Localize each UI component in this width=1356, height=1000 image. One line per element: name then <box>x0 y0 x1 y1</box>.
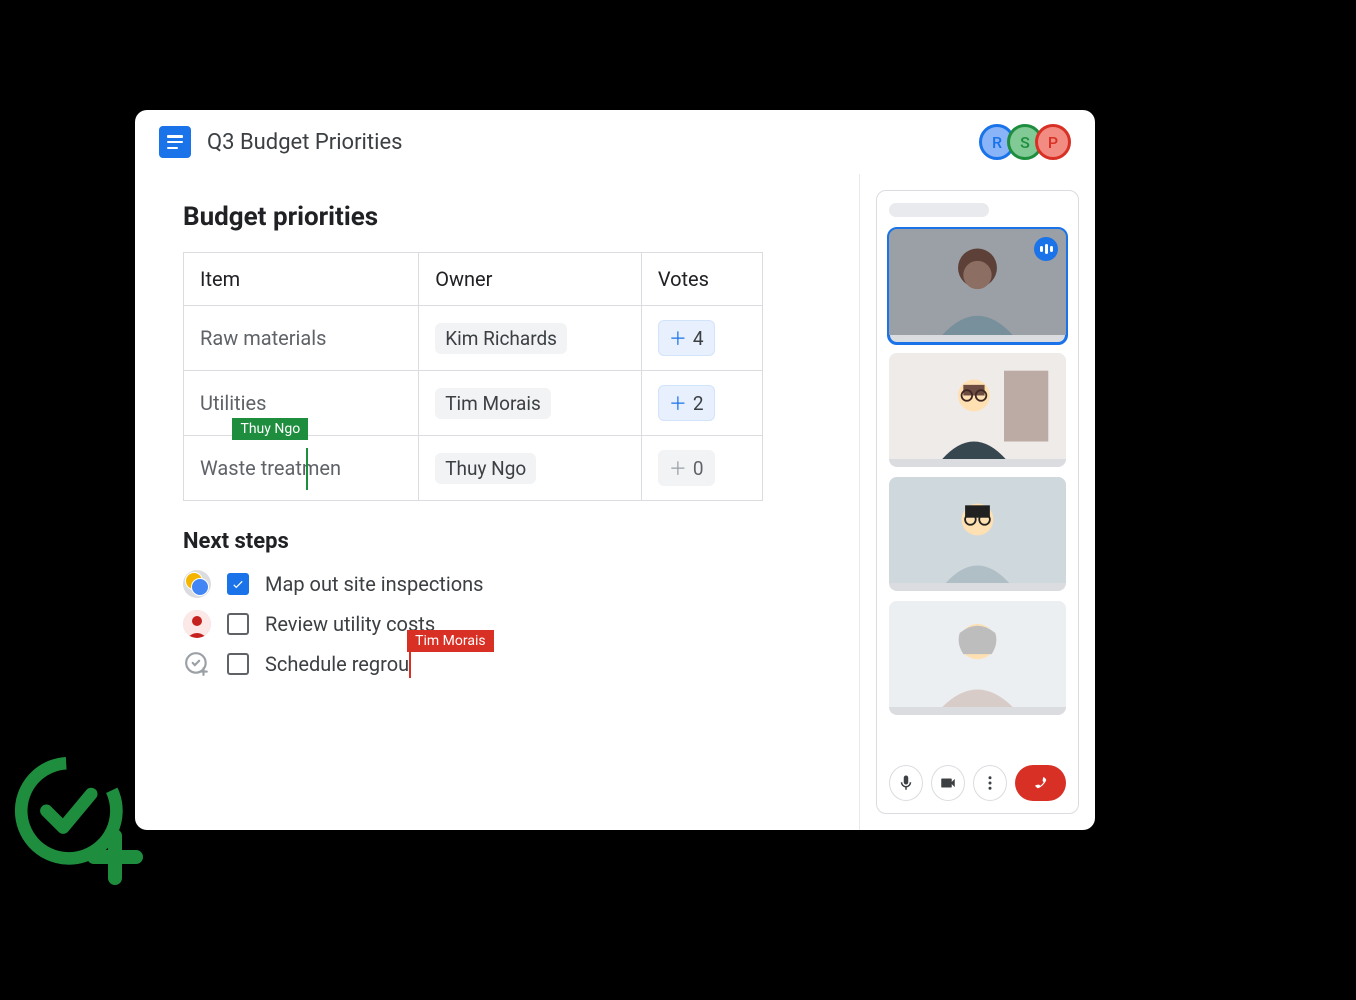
more-vertical-icon <box>981 774 999 792</box>
cell-item[interactable]: Waste treatmen Thuy Ngo <box>184 436 419 501</box>
table-row[interactable]: Waste treatmen Thuy Ngo Thuy Ngo ＋0 <box>184 436 763 501</box>
mic-icon <box>897 774 915 792</box>
table-row[interactable]: Raw materials Kim Richards ＋4 <box>184 306 763 371</box>
task-text[interactable]: Map out site inspections <box>265 572 483 596</box>
task-complete-badge-icon <box>10 752 150 892</box>
section-heading: Next steps <box>183 529 811 554</box>
cell-owner[interactable]: Tim Morais <box>419 371 642 436</box>
document-canvas[interactable]: Budget priorities Item Owner Votes Raw m… <box>135 174 859 830</box>
cell-votes[interactable]: ＋0 <box>641 436 762 501</box>
vote-chip[interactable]: ＋0 <box>658 450 715 486</box>
checkbox[interactable] <box>227 653 249 675</box>
task-row[interactable]: Schedule regrou Tim Morais <box>183 650 811 678</box>
cell-owner[interactable]: Thuy Ngo <box>419 436 642 501</box>
person-chip[interactable]: Tim Morais <box>435 388 551 419</box>
person-chip[interactable]: Kim Richards <box>435 323 567 354</box>
task-text[interactable]: Schedule regrou Tim Morais <box>265 652 409 676</box>
plus-icon: ＋ <box>669 455 687 481</box>
camera-button[interactable] <box>931 765 965 801</box>
collaborator-cursor-label: Tim Morais <box>407 630 493 652</box>
plus-icon: ＋ <box>669 390 687 416</box>
meet-controls <box>889 757 1066 801</box>
table-header-item: Item <box>184 253 419 306</box>
video-tile[interactable] <box>889 353 1066 467</box>
assign-task-icon[interactable] <box>183 650 211 678</box>
meet-panel <box>876 190 1079 814</box>
video-tile[interactable] <box>889 477 1066 591</box>
vote-chip[interactable]: ＋2 <box>658 385 715 421</box>
task-list: Map out site inspections Review utility … <box>183 570 811 678</box>
camera-icon <box>939 774 957 792</box>
person-chip[interactable]: Thuy Ngo <box>435 453 536 484</box>
table-header-owner: Owner <box>419 253 642 306</box>
meet-title-placeholder <box>889 203 989 217</box>
vote-chip[interactable]: ＋4 <box>658 320 715 356</box>
plus-icon: ＋ <box>669 325 687 351</box>
cell-owner[interactable]: Kim Richards <box>419 306 642 371</box>
collaborator-cursor <box>409 652 411 678</box>
docs-icon[interactable] <box>159 126 191 158</box>
cell-votes[interactable]: ＋2 <box>641 371 762 436</box>
header: Q3 Budget Priorities R S P <box>135 110 1095 174</box>
check-icon <box>231 577 245 591</box>
body: Budget priorities Item Owner Votes Raw m… <box>135 174 1095 830</box>
hangup-icon <box>1030 772 1052 794</box>
assignee-avatar-multi[interactable] <box>183 570 211 598</box>
task-row[interactable]: Map out site inspections <box>183 570 811 598</box>
doc-title[interactable]: Q3 Budget Priorities <box>207 130 987 155</box>
checkbox[interactable] <box>227 613 249 635</box>
table-header-votes: Votes <box>641 253 762 306</box>
speaking-indicator-icon <box>1034 237 1058 261</box>
more-button[interactable] <box>973 765 1007 801</box>
video-tile[interactable] <box>889 229 1066 343</box>
collaborator-cursor-label: Thuy Ngo <box>232 418 308 440</box>
hangup-button[interactable] <box>1015 765 1066 801</box>
collaborator-avatar[interactable]: P <box>1035 124 1071 160</box>
task-row[interactable]: Review utility costs <box>183 610 811 638</box>
cell-item[interactable]: Raw materials <box>184 306 419 371</box>
checkbox[interactable] <box>227 573 249 595</box>
app-window: Q3 Budget Priorities R S P Budget priori… <box>135 110 1095 830</box>
meet-sidebar <box>859 174 1095 830</box>
priorities-table[interactable]: Item Owner Votes Raw materials Kim Richa… <box>183 252 763 501</box>
assignee-avatar[interactable] <box>183 610 211 638</box>
mic-button[interactable] <box>889 765 923 801</box>
collaborator-cursor <box>306 448 308 490</box>
video-tile[interactable] <box>889 601 1066 715</box>
section-heading: Budget priorities <box>183 202 811 232</box>
cell-votes[interactable]: ＋4 <box>641 306 762 371</box>
collaborator-avatars: R S P <box>987 124 1071 160</box>
